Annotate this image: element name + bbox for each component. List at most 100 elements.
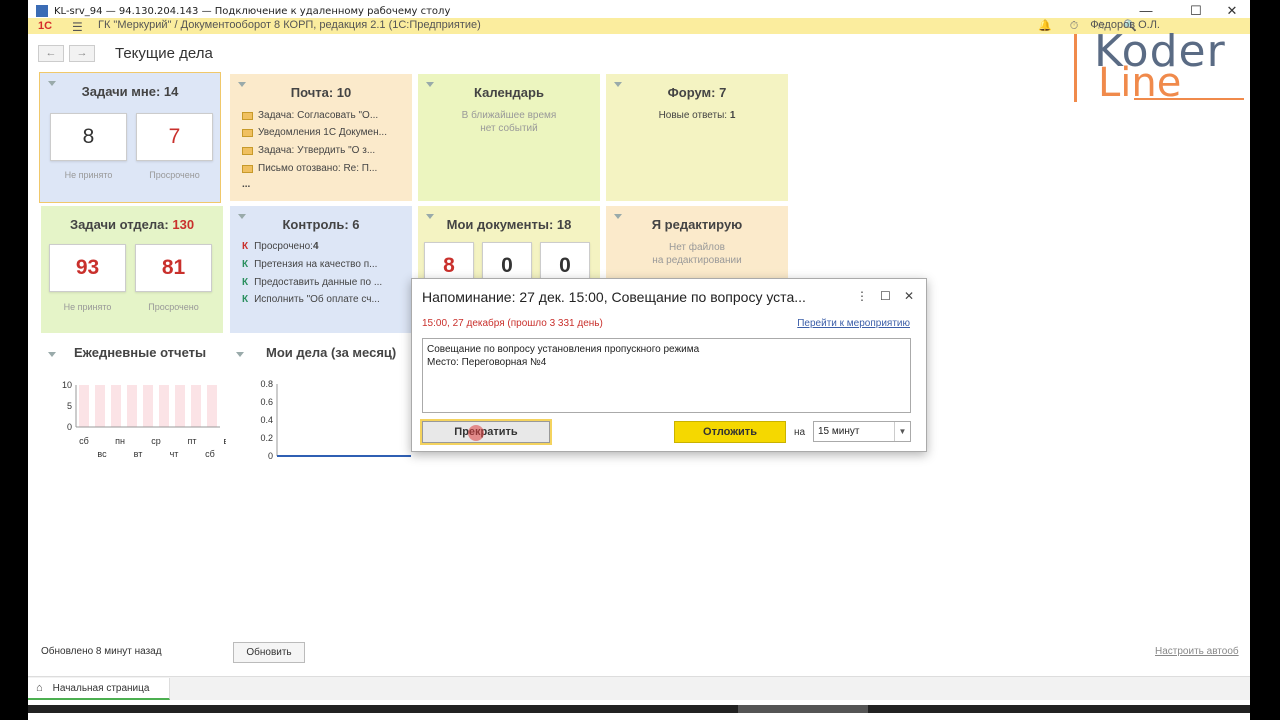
reminder-text-field[interactable]: Совещание по вопросу установления пропус… [422, 338, 911, 413]
forum-new-answers[interactable]: Новые ответы: 1 [606, 110, 788, 121]
y-tick-label: 0.2 [260, 433, 273, 443]
not-accepted-count[interactable]: 93 [49, 244, 126, 292]
forward-button[interactable]: → [69, 45, 95, 62]
control-item[interactable]: К Просрочено: 4 [242, 241, 319, 252]
overdue-count[interactable]: 81 [135, 244, 212, 292]
my-affairs-title: Мои дела (за месяц) [266, 345, 397, 360]
x-tick-label: пт [188, 436, 197, 446]
overdue-label: Просрочено [148, 302, 199, 312]
y-tick-label: 0.4 [260, 415, 273, 425]
stop-button[interactable]: Прекратить [420, 419, 552, 445]
goto-event-link[interactable]: Перейти к мероприятию [797, 318, 910, 329]
mail-item[interactable]: Задача: Утвердить "О з... [242, 145, 375, 156]
reminder-text-line: Место: Переговорная №4 [427, 357, 547, 368]
open-windows-bar: ⌂ Начальная страница [28, 676, 1250, 700]
x-tick-label: вс [97, 449, 107, 459]
x-tick-label: вт [134, 449, 143, 459]
close-icon[interactable]: ✕ [904, 289, 914, 303]
calendar-empty-line1: В ближайшее время [461, 110, 557, 121]
mail-item[interactable]: Задача: Согласовать "О... [242, 110, 378, 121]
tab-home[interactable]: ⌂ Начальная страница [28, 678, 170, 700]
tile-title: Задачи отдела: 130 [69, 217, 195, 232]
logo-underline [1134, 98, 1244, 100]
y-tick-label: 0.6 [260, 397, 273, 407]
chart-column-bg [111, 385, 121, 427]
x-tick-label: пн [115, 436, 125, 446]
tile-dept-tasks[interactable]: Задачи отдела: 130 93 Не принято 81 Прос… [41, 206, 223, 333]
collapse-arrow-icon[interactable] [236, 352, 244, 357]
my-affairs-chart: 0.8 0.6 0.4 0.2 0 [260, 379, 411, 461]
auto-refresh-settings-link[interactable]: Настроить автооб [1155, 646, 1239, 657]
x-tick-label: вс [223, 436, 226, 446]
tile-my-tasks[interactable]: Задачи мне: 14 8 Не принято 7 Просрочено [39, 72, 221, 203]
not-accepted-label: Не принято [64, 170, 113, 180]
tile-control[interactable]: Контроль: 6 К Просрочено: 4 К Претензия на… [230, 206, 412, 333]
envelope-icon [242, 128, 253, 137]
horizontal-scrollbar[interactable] [28, 705, 1250, 713]
tile-title: Контроль: 6 [282, 217, 360, 232]
chart-column-bg [79, 385, 89, 427]
reminder-date: 15:00, 27 декабря (прошло 3 331 день) [422, 318, 603, 329]
chart-column-bg [95, 385, 105, 427]
chart-column-bg [175, 385, 185, 427]
tile-forum[interactable]: Форум: 7 Новые ответы: 1 [606, 74, 788, 201]
screen-edge [1250, 0, 1280, 720]
chart-column-bg [159, 385, 169, 427]
main-menu-icon[interactable]: ☰ [72, 20, 83, 34]
tile-calendar[interactable]: Календарь В ближайшее время нет событий [418, 74, 600, 201]
overdue-count[interactable]: 7 [136, 113, 213, 161]
editing-empty-line1: Нет файлов [668, 242, 725, 253]
snooze-duration-select[interactable]: 15 минут ▼ [813, 421, 911, 442]
control-item[interactable]: К Претензия на качество п... [242, 259, 377, 270]
chart-column-bg [207, 385, 217, 427]
not-accepted-count[interactable]: 8 [50, 113, 127, 161]
app-header: 1С ☰ ГК "Меркурий" / Документооборот 8 К… [28, 18, 1250, 34]
mouse-cursor-highlight [468, 425, 484, 441]
chevron-down-icon[interactable]: ▼ [894, 422, 910, 441]
tile-editing[interactable]: Я редактирую Нет файлов на редактировани… [606, 206, 788, 286]
arrow-right-icon: → [76, 47, 88, 59]
x-tick-label: сб [205, 449, 215, 459]
chart-column-bg [127, 385, 137, 427]
envelope-icon [242, 146, 253, 155]
tile-mail[interactable]: Почта: 10 Задача: Согласовать "О... Увед… [230, 74, 412, 201]
calendar-empty-line2: нет событий [480, 123, 538, 134]
y-tick-label: 0 [268, 451, 273, 461]
chart-column-bg [143, 385, 153, 427]
more-options-icon[interactable]: ⋮ [856, 289, 868, 303]
snooze-on-label: на [794, 427, 806, 438]
daily-reports-title: Ежедневные отчеты [74, 345, 207, 360]
snooze-button[interactable]: Отложить [674, 421, 786, 443]
x-tick-label: чт [170, 449, 179, 459]
rdp-app-icon [36, 5, 48, 17]
app-title: ГК "Меркурий" / Документооборот 8 КОРП, … [98, 19, 481, 31]
x-tick-label: ср [151, 436, 161, 446]
reminder-text-line: Совещание по вопросу установления пропус… [427, 344, 700, 355]
mail-more-link[interactable]: ... [242, 179, 250, 190]
not-accepted-label: Не принято [63, 302, 112, 312]
y-tick-label: 0.8 [260, 379, 273, 389]
home-icon: ⌂ [36, 682, 43, 694]
collapse-arrow-icon[interactable] [48, 352, 56, 357]
scrollbar-thumb[interactable] [738, 705, 868, 713]
editing-empty-line2: на редактировании [652, 255, 742, 266]
tile-title: Задачи мне: 14 [81, 84, 179, 99]
mail-item[interactable]: Уведомления 1С Докумен... [242, 127, 387, 138]
tile-title: Я редактирую [651, 217, 743, 232]
envelope-icon [242, 164, 253, 173]
koderline-logo: Koder Line [1074, 26, 1244, 106]
y-tick-label: 5 [67, 401, 72, 411]
back-button[interactable]: ← [38, 45, 64, 62]
tile-title: Мои документы: 18 [446, 217, 572, 232]
y-tick-label: 0 [67, 422, 72, 432]
control-item[interactable]: К Исполнить "Об оплате сч... [242, 294, 380, 305]
maximize-icon[interactable]: ☐ [880, 289, 891, 303]
mail-item[interactable]: Письмо отозвано: Re: П... [242, 163, 377, 174]
control-item[interactable]: К Предоставить данные по ... [242, 277, 382, 288]
chart-column-bg [191, 385, 201, 427]
app-logo-icon: 1С [38, 20, 53, 32]
tile-my-documents[interactable]: Мои документы: 18 8 0 0 [418, 206, 600, 290]
logo-bar [1074, 34, 1077, 102]
refresh-button[interactable]: Обновить [233, 642, 305, 663]
dialog-title: Напоминание: 27 дек. 15:00, Совещание по… [422, 289, 806, 305]
